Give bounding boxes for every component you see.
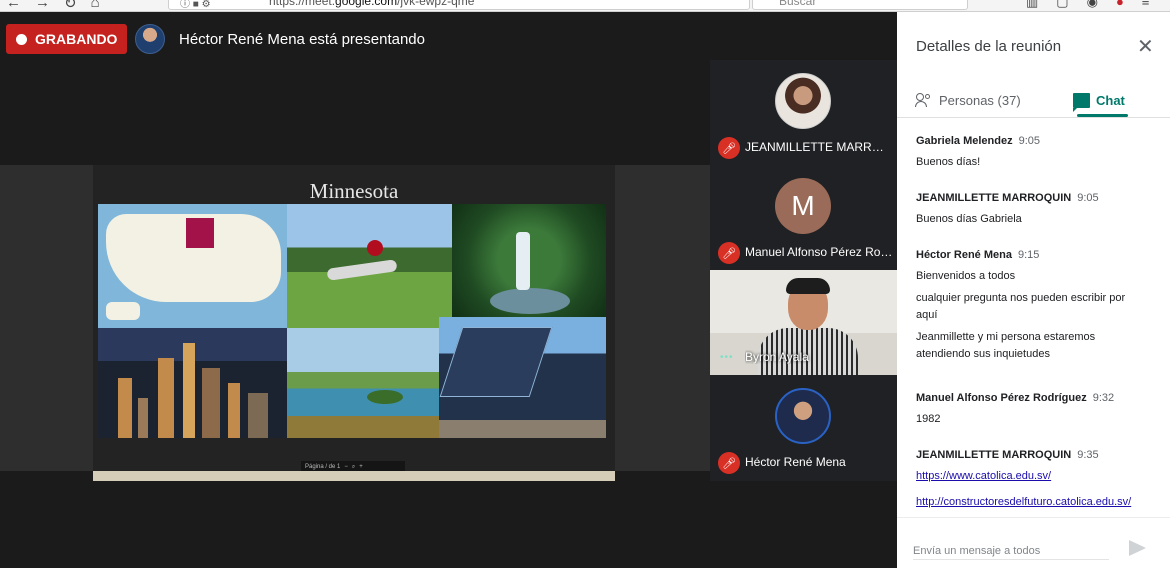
address-bar[interactable]: https://meet.google.com/jvk-ewpz-qme bbox=[168, 0, 750, 10]
speaking-indicator-icon: ••• bbox=[720, 352, 734, 363]
participant-tile-video[interactable]: ••• Byron Ayala bbox=[710, 270, 897, 378]
message-sender: Manuel Alfonso Pérez Rodríguez bbox=[916, 392, 1087, 404]
participant-tile[interactable]: 🎤︎ JEANMILLETTE MARROQUIN bbox=[710, 60, 897, 165]
message-sender: JEANMILLETTE MARROQUIN bbox=[916, 449, 1072, 461]
url-prefix: https://meet. bbox=[269, 0, 336, 8]
panel-title: Detalles de la reunión bbox=[916, 38, 1062, 55]
mic-off-icon: 🎤︎ bbox=[718, 242, 740, 264]
presenting-status: Héctor René Mena está presentando bbox=[179, 31, 425, 48]
close-icon[interactable]: ✕ bbox=[1137, 34, 1154, 59]
divider bbox=[897, 117, 1170, 118]
zoom-in-icon[interactable]: + bbox=[359, 464, 363, 470]
avatar: M bbox=[775, 178, 831, 234]
library-icon[interactable]: ▥ bbox=[1026, 0, 1038, 10]
meeting-stage: GRABANDO Héctor René Mena está presentan… bbox=[0, 12, 897, 568]
chat-message-input[interactable] bbox=[913, 542, 1109, 560]
site-info-icons[interactable]: ⓘ ■ ⚙ bbox=[180, 0, 211, 10]
message-text: cualquier pregunta nos pueden escribir p… bbox=[916, 292, 1126, 321]
avatar bbox=[775, 73, 831, 129]
stadium-image bbox=[439, 317, 606, 438]
chat-message: Gabriela Melendez 9:05 Buenos días! bbox=[916, 131, 1166, 171]
page-indicator: Página / de 1 bbox=[305, 464, 341, 470]
zoom-out-icon[interactable]: − bbox=[344, 464, 348, 470]
participant-name: Byron Ayala bbox=[745, 350, 809, 364]
browser-toolbar-icons: ▥ ▢ ◉ ● ≡ bbox=[1026, 0, 1149, 10]
tab-people[interactable]: Personas (37) bbox=[915, 82, 1021, 118]
message-time: 9:05 bbox=[1018, 135, 1041, 147]
record-dot-icon bbox=[16, 33, 27, 45]
divider bbox=[897, 517, 1170, 518]
browser-toolbar: ← → ↻ ⌂ https://meet.google.com/jvk-ewpz… bbox=[0, 0, 1170, 12]
message-text: Buenos días Gabriela bbox=[916, 213, 1022, 225]
presentation-slide: Minnesota Página / de 1 − ⌕ + bbox=[93, 165, 615, 473]
message-sender: Héctor René Mena bbox=[916, 249, 1012, 261]
menu-icon[interactable]: ≡ bbox=[1142, 0, 1150, 10]
message-sender: JEANMILLETTE MARROQUIN bbox=[916, 192, 1072, 204]
forward-icon[interactable]: → bbox=[35, 0, 50, 11]
message-text: 1982 bbox=[916, 413, 941, 425]
participant-name: Manuel Alfonso Pérez Rodríguez bbox=[745, 245, 893, 259]
message-time: 9:05 bbox=[1077, 192, 1099, 204]
participant-tiles: 🎤︎ JEANMILLETTE MARROQUIN M 🎤︎ Manuel Al… bbox=[710, 60, 897, 481]
next-slide-preview bbox=[93, 471, 615, 481]
reload-icon[interactable]: ↻ bbox=[64, 0, 77, 11]
people-icon bbox=[915, 93, 933, 107]
slide-title: Minnesota bbox=[309, 179, 399, 203]
url-domain: google.com bbox=[335, 0, 398, 8]
chat-message: Manuel Alfonso Pérez Rodríguez 9:32 1982 bbox=[916, 388, 1166, 428]
message-link[interactable]: http://constructoresdelfuturo.catolica.e… bbox=[916, 494, 1166, 511]
message-link[interactable]: https://www.catolica.edu.sv/ bbox=[916, 468, 1166, 485]
url-path: /jvk-ewpz-qme bbox=[397, 0, 475, 8]
tab-chat[interactable]: Chat bbox=[1073, 82, 1125, 118]
participant-name: JEANMILLETTE MARROQUIN bbox=[745, 140, 893, 154]
us-map-image bbox=[98, 204, 287, 328]
browser-nav: ← → ↻ ⌂ bbox=[6, 0, 100, 11]
presenter-avatar bbox=[135, 24, 165, 54]
tab-chat-label: Chat bbox=[1096, 92, 1125, 108]
mic-off-icon: 🎤︎ bbox=[718, 137, 740, 159]
home-icon[interactable]: ⌂ bbox=[91, 0, 100, 11]
participant-tile[interactable]: M 🎤︎ Manuel Alfonso Pérez Rodríguez bbox=[710, 165, 897, 270]
back-icon[interactable]: ← bbox=[6, 0, 21, 11]
message-text: Buenos días! bbox=[916, 156, 981, 168]
avatar bbox=[775, 388, 831, 444]
city-skyline-image bbox=[98, 328, 287, 438]
recording-indicator[interactable]: GRABANDO bbox=[6, 24, 128, 54]
message-text: Bienvenidos a todos bbox=[916, 270, 1016, 282]
pinterest-icon[interactable]: ● bbox=[1116, 0, 1124, 10]
chat-message: JEANMILLETTE MARROQUIN 9:35 https://www.c… bbox=[916, 445, 1166, 511]
message-time: 9:15 bbox=[1017, 249, 1040, 261]
sculpture-park-image bbox=[287, 204, 452, 328]
participant-tile[interactable]: 🎤︎ Héctor René Mena bbox=[710, 375, 897, 480]
tab-people-label: Personas (37) bbox=[939, 92, 1021, 108]
participant-name: Héctor René Mena bbox=[745, 455, 846, 469]
message-time: 9:35 bbox=[1077, 449, 1099, 461]
message-sender: Gabriela Melendez bbox=[916, 135, 1013, 147]
chat-message: Héctor René Mena 9:15 Bienvenidos a todos… bbox=[916, 245, 1166, 363]
zoom-icon[interactable]: ⌕ bbox=[352, 464, 355, 471]
account-icon[interactable]: ◉ bbox=[1087, 0, 1098, 10]
lake-image bbox=[287, 328, 439, 438]
send-icon[interactable] bbox=[1129, 540, 1146, 556]
meeting-details-panel: Detalles de la reunión ✕ Personas (37) C… bbox=[897, 12, 1170, 568]
recording-label: GRABANDO bbox=[35, 31, 118, 47]
mic-off-icon: 🎤︎ bbox=[718, 452, 740, 474]
chat-icon bbox=[1073, 92, 1090, 112]
participant-video: ••• Byron Ayala bbox=[710, 270, 897, 378]
message-text: Jeanmillette y mi persona estaremos aten… bbox=[916, 331, 1096, 360]
browser-search-input[interactable]: Buscar bbox=[752, 0, 968, 10]
chat-message: JEANMILLETTE MARROQUIN 9:05 Buenos días G… bbox=[916, 188, 1166, 228]
message-time: 9:32 bbox=[1092, 392, 1115, 404]
waterfall-image bbox=[452, 204, 606, 328]
sidebar-icon[interactable]: ▢ bbox=[1056, 0, 1068, 10]
